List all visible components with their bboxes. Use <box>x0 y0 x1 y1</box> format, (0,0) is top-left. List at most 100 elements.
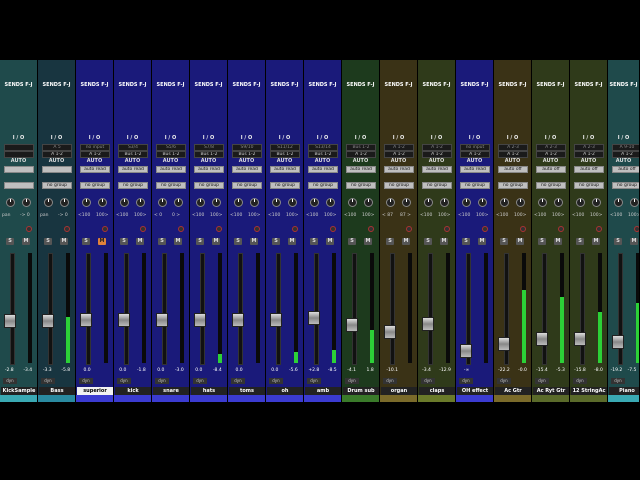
fader-cap[interactable] <box>194 312 206 327</box>
automation-mode-selector[interactable]: auto read <box>156 166 186 173</box>
output-selector[interactable]: Bus 1-2 <box>308 151 338 158</box>
record-enable-button[interactable] <box>216 226 222 232</box>
automation-mode-selector[interactable] <box>42 166 72 173</box>
dyn-button[interactable]: dyn <box>117 378 131 384</box>
track-name[interactable]: toms <box>229 387 265 395</box>
mute-button[interactable]: M <box>554 238 562 245</box>
input-selector[interactable]: S13/14 <box>308 144 338 151</box>
group-selector[interactable] <box>4 182 34 189</box>
mute-button[interactable]: M <box>478 238 486 245</box>
fader-cap[interactable] <box>42 314 54 329</box>
fader-cap[interactable] <box>80 312 92 327</box>
pan-knob-right[interactable] <box>364 198 373 207</box>
track-name[interactable]: Ac Ryt Gtr <box>533 387 569 395</box>
fader-cap[interactable] <box>4 314 16 329</box>
record-enable-button[interactable] <box>102 226 108 232</box>
pan-knob-right[interactable] <box>136 198 145 207</box>
pan-knob-left[interactable] <box>120 198 129 207</box>
dyn-button[interactable]: dyn <box>573 378 587 384</box>
record-enable-button[interactable] <box>368 226 374 232</box>
solo-button[interactable]: S <box>500 238 508 245</box>
record-enable-button[interactable] <box>178 226 184 232</box>
input-selector[interactable]: A 2-3 <box>574 144 604 151</box>
automation-mode-selector[interactable]: auto off <box>574 166 604 173</box>
pan-knob-left[interactable] <box>310 198 319 207</box>
output-selector[interactable]: A 1-2 <box>498 151 528 158</box>
record-enable-button[interactable] <box>520 226 526 232</box>
mute-button[interactable]: M <box>98 238 106 245</box>
solo-button[interactable]: S <box>348 238 356 245</box>
dyn-button[interactable]: dyn <box>459 378 473 384</box>
record-enable-button[interactable] <box>26 226 32 232</box>
input-selector[interactable]: S5/6 <box>156 144 186 151</box>
automation-mode-selector[interactable]: auto read <box>194 166 224 173</box>
output-selector[interactable]: A 1-2 <box>422 151 452 158</box>
automation-mode-selector[interactable]: auto off <box>536 166 566 173</box>
automation-mode-selector[interactable]: auto off <box>498 166 528 173</box>
pan-knob-left[interactable] <box>462 198 471 207</box>
automation-mode-selector[interactable]: auto read <box>118 166 148 173</box>
automation-mode-selector[interactable]: auto off <box>612 166 639 173</box>
group-selector[interactable]: no group <box>422 182 452 189</box>
solo-button[interactable]: S <box>82 238 90 245</box>
output-selector[interactable]: A 1-2 <box>574 151 604 158</box>
output-selector[interactable]: A 1-2 <box>460 151 490 158</box>
fader-cap[interactable] <box>612 334 624 349</box>
automation-mode-selector[interactable]: auto read <box>422 166 452 173</box>
record-enable-button[interactable] <box>444 226 450 232</box>
pan-knob-left[interactable] <box>44 198 53 207</box>
mute-button[interactable]: M <box>22 238 30 245</box>
pan-knob-right[interactable] <box>174 198 183 207</box>
dyn-button[interactable]: dyn <box>269 378 283 384</box>
input-selector[interactable]: A 1-2 <box>384 144 414 151</box>
group-selector[interactable]: no group <box>574 182 604 189</box>
mute-button[interactable]: M <box>402 238 410 245</box>
track-name[interactable]: Bass <box>39 387 75 395</box>
track-name[interactable]: Piano <box>609 387 639 395</box>
mute-button[interactable]: M <box>364 238 372 245</box>
solo-button[interactable]: S <box>538 238 546 245</box>
output-selector[interactable]: A 1-2 <box>42 151 72 158</box>
mute-button[interactable]: M <box>516 238 524 245</box>
pan-knob-left[interactable] <box>6 198 15 207</box>
pan-knob-left[interactable] <box>234 198 243 207</box>
track-name[interactable]: OH effect <box>457 387 493 395</box>
record-enable-button[interactable] <box>482 226 488 232</box>
fader-cap[interactable] <box>460 344 472 359</box>
dyn-button[interactable]: dyn <box>193 378 207 384</box>
automation-mode-selector[interactable]: auto read <box>384 166 414 173</box>
mute-button[interactable]: M <box>250 238 258 245</box>
solo-button[interactable]: S <box>424 238 432 245</box>
dyn-button[interactable]: dyn <box>383 378 397 384</box>
output-selector[interactable]: A 1-2 <box>536 151 566 158</box>
group-selector[interactable]: no group <box>270 182 300 189</box>
group-selector[interactable]: no group <box>498 182 528 189</box>
solo-button[interactable]: S <box>576 238 584 245</box>
fader-cap[interactable] <box>574 331 586 346</box>
input-selector[interactable]: S7/8 <box>194 144 224 151</box>
solo-button[interactable]: S <box>234 238 242 245</box>
group-selector[interactable]: no group <box>346 182 376 189</box>
automation-mode-selector[interactable]: auto read <box>308 166 338 173</box>
solo-button[interactable]: S <box>386 238 394 245</box>
pan-knob-left[interactable] <box>538 198 547 207</box>
track-name[interactable]: hats <box>191 387 227 395</box>
dyn-button[interactable]: dyn <box>611 378 625 384</box>
dyn-button[interactable]: dyn <box>41 378 55 384</box>
record-enable-button[interactable] <box>596 226 602 232</box>
solo-button[interactable]: S <box>6 238 14 245</box>
pan-knob-left[interactable] <box>614 198 623 207</box>
output-selector[interactable]: A 1-2 <box>384 151 414 158</box>
output-selector[interactable]: Bus 1-2 <box>118 151 148 158</box>
pan-knob-left[interactable] <box>576 198 585 207</box>
input-selector[interactable] <box>4 144 34 151</box>
track-name[interactable]: claps <box>419 387 455 395</box>
dyn-button[interactable]: dyn <box>421 378 435 384</box>
pan-knob-right[interactable] <box>98 198 107 207</box>
track-name[interactable]: Drum sub <box>343 387 379 395</box>
fader-cap[interactable] <box>498 337 510 352</box>
group-selector[interactable]: no group <box>536 182 566 189</box>
track-name[interactable]: oh <box>267 387 303 395</box>
group-selector[interactable]: no group <box>156 182 186 189</box>
group-selector[interactable]: no group <box>460 182 490 189</box>
